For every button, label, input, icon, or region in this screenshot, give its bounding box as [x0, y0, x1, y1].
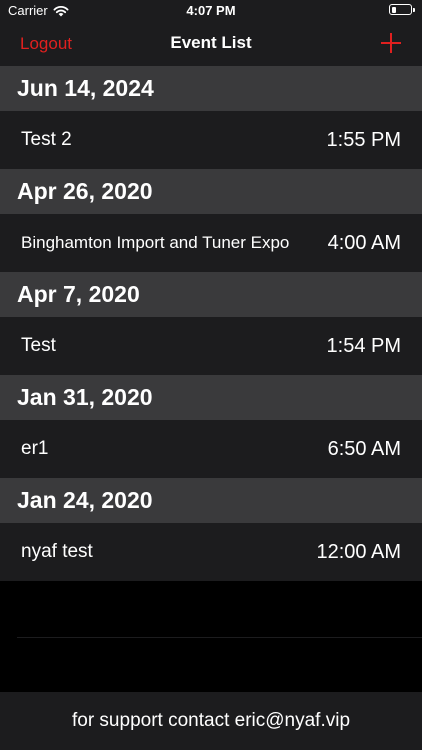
event-title: Test: [21, 335, 56, 356]
section-header: Jan 31, 2020: [0, 375, 422, 420]
page-title: Event List: [170, 33, 252, 52]
support-footer: for support contact eric@nyaf.vip: [0, 692, 422, 750]
event-row[interactable]: Test 1:54 PM: [0, 317, 422, 375]
status-bar: Carrier 4:07 PM: [0, 0, 422, 22]
event-title: Binghamton Import and Tuner Expo: [21, 233, 290, 252]
status-right: [389, 4, 415, 15]
event-time: 4:00 AM: [327, 231, 401, 254]
event-list-screen: Carrier 4:07 PM Logout Event List Jun 14…: [0, 0, 422, 750]
section-header: Jun 14, 2024: [0, 66, 422, 111]
event-row[interactable]: Test 2 1:55 PM: [0, 111, 422, 169]
battery-level: [391, 6, 396, 13]
navigation-bar: Logout Event List: [0, 22, 422, 66]
event-time: 6:50 AM: [327, 437, 401, 460]
section-header: Jan 24, 2020: [0, 478, 422, 523]
section-header: Apr 26, 2020: [0, 169, 422, 214]
event-row[interactable]: nyaf test 12:00 AM: [0, 523, 422, 581]
event-time: 1:54 PM: [326, 334, 401, 357]
event-title: Test 2: [21, 129, 72, 150]
plus-icon[interactable]: [380, 32, 402, 54]
event-title: er1: [21, 438, 49, 459]
event-row[interactable]: Binghamton Import and Tuner Expo 4:00 AM: [0, 214, 422, 272]
empty-row-separator: [17, 637, 422, 638]
event-list: Jun 14, 2024 Test 2 1:55 PM Apr 26, 2020…: [0, 66, 422, 581]
event-title: nyaf test: [21, 541, 93, 562]
section-header: Apr 7, 2020: [0, 272, 422, 317]
status-time: 4:07 PM: [186, 3, 236, 18]
battery-icon: [389, 4, 415, 15]
event-time: 12:00 AM: [316, 540, 401, 563]
event-row[interactable]: er1 6:50 AM: [0, 420, 422, 478]
event-time: 1:55 PM: [326, 128, 401, 151]
